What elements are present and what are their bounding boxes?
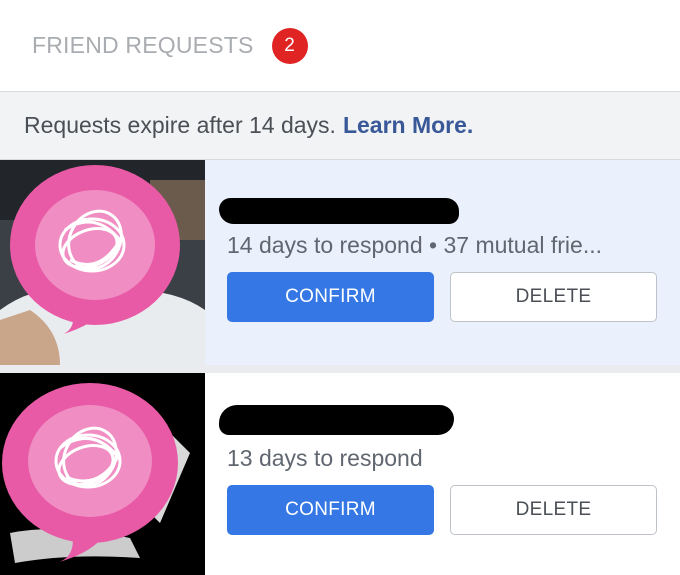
confirm-button[interactable]: CONFIRM xyxy=(227,272,434,322)
name-redaction xyxy=(219,198,459,224)
friend-requests-screen: FRIEND REQUESTS 2 Requests expire after … xyxy=(0,0,680,575)
request-meta: 13 days to respond xyxy=(227,445,423,471)
item-divider xyxy=(0,365,680,373)
profile-photo[interactable] xyxy=(0,373,205,575)
friend-request-item: 13 days to respond CONFIRM DELETE xyxy=(0,373,680,575)
request-info: 13 days to respond CONFIRM DELETE xyxy=(205,373,680,575)
expiry-notice-text: Requests expire after 14 days. xyxy=(24,112,336,138)
profile-photo-redacted xyxy=(0,373,205,575)
request-info: 14 days to respond • 37 mutual frie... C… xyxy=(205,160,680,365)
request-meta: 14 days to respond • 37 mutual frie... xyxy=(227,232,602,258)
request-actions: CONFIRM DELETE xyxy=(227,272,657,322)
request-actions: CONFIRM DELETE xyxy=(227,485,657,535)
confirm-button[interactable]: CONFIRM xyxy=(227,485,434,535)
request-count-badge: 2 xyxy=(271,27,308,64)
delete-button[interactable]: DELETE xyxy=(450,485,657,535)
profile-photo-redacted xyxy=(0,160,205,365)
friend-requests-header: FRIEND REQUESTS 2 xyxy=(0,0,680,92)
page-title: FRIEND REQUESTS xyxy=(32,32,254,58)
delete-button[interactable]: DELETE xyxy=(450,272,657,322)
profile-photo[interactable] xyxy=(0,160,205,365)
learn-more-link[interactable]: Learn More. xyxy=(343,112,473,139)
expiry-notice: Requests expire after 14 days. Learn Mor… xyxy=(0,92,680,160)
name-redaction xyxy=(219,405,454,435)
friend-request-item: 14 days to respond • 37 mutual frie... C… xyxy=(0,160,680,365)
